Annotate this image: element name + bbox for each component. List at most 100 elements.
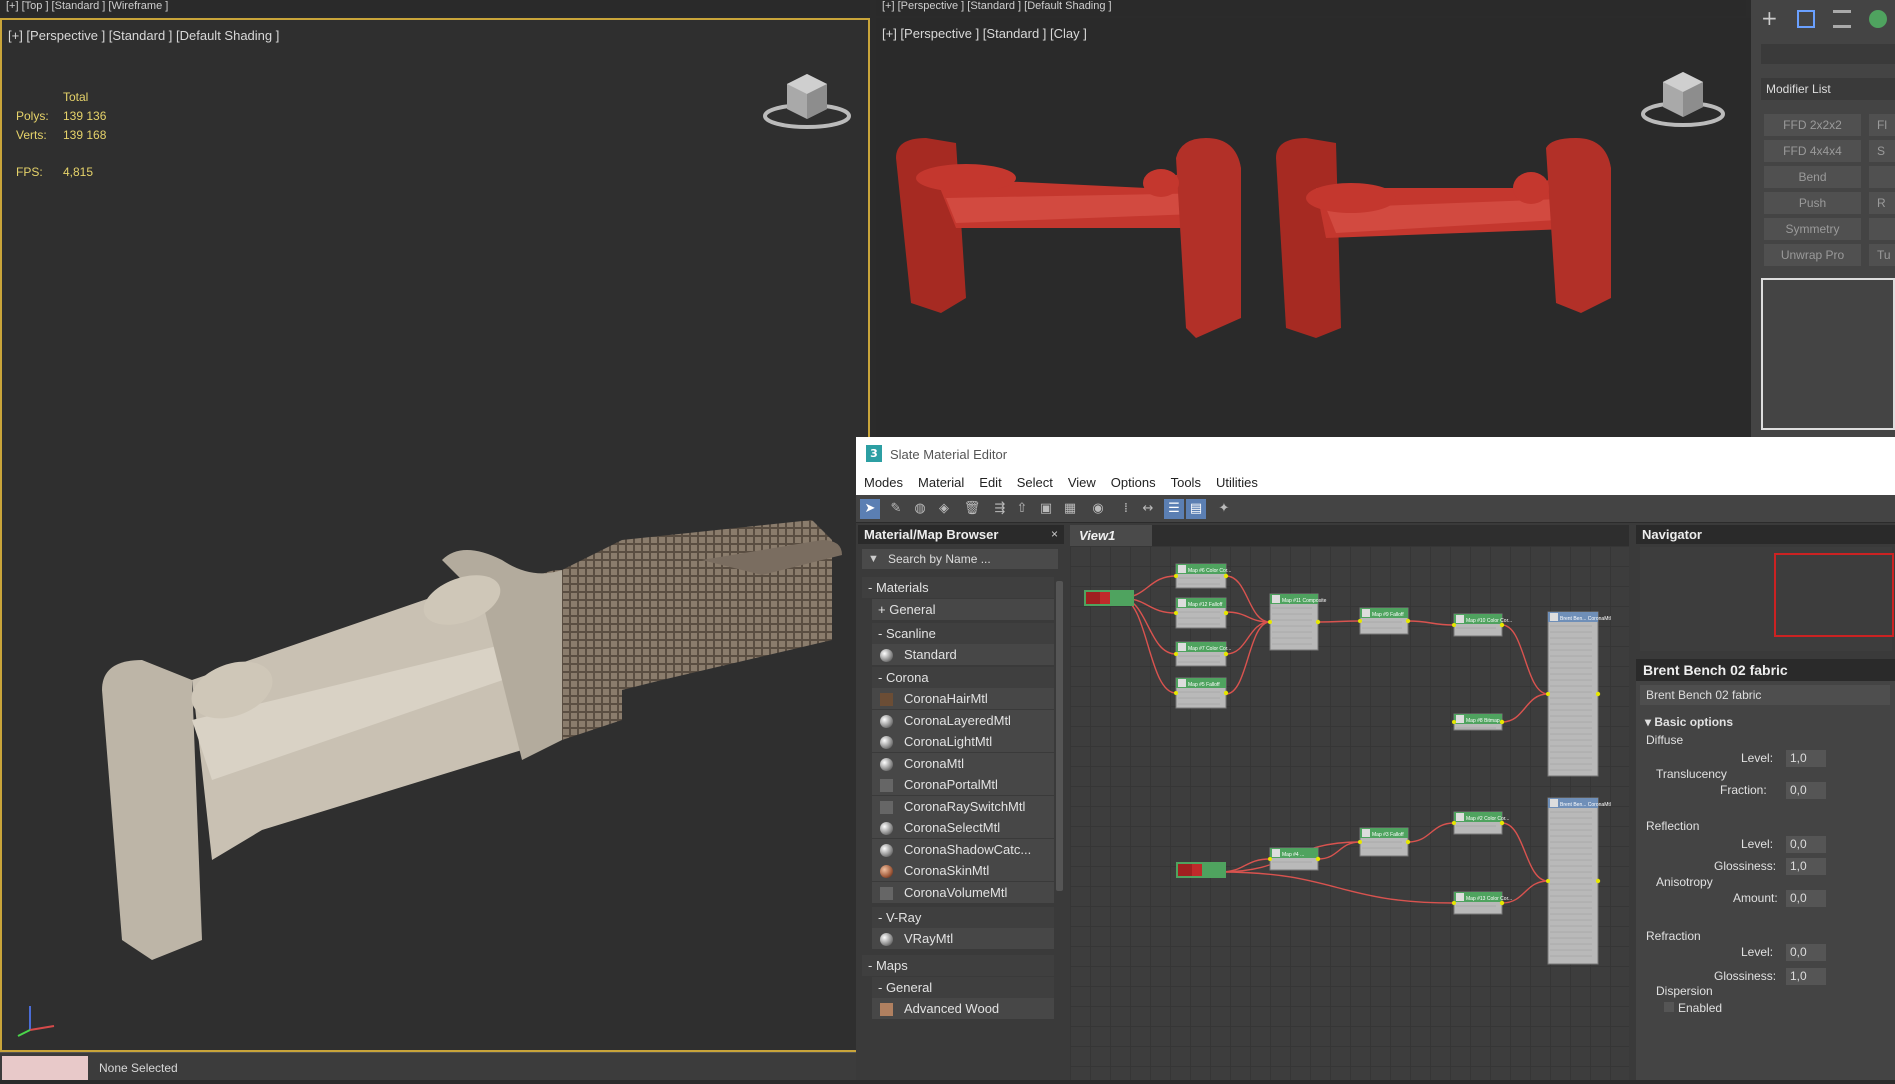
delete-icon[interactable]: 🗑	[962, 499, 982, 519]
navigator-frame[interactable]	[1774, 553, 1894, 637]
show-background-icon[interactable]: ▦	[1060, 499, 1080, 519]
list-item[interactable]: CoronaPortalMtl	[872, 774, 1054, 795]
bitmap-source-node[interactable]	[1084, 590, 1134, 606]
maps-group[interactable]: - Maps	[862, 955, 1054, 976]
close-icon[interactable]: ×	[1051, 525, 1058, 544]
move-children-icon[interactable]: ⇶	[990, 499, 1010, 519]
node-wire[interactable]	[1501, 693, 1549, 723]
list-item[interactable]: Standard	[872, 644, 1054, 665]
scanline-group[interactable]: - Scanline	[872, 623, 1054, 644]
menu-modes[interactable]: Modes	[864, 471, 903, 495]
map-node[interactable]: Map #5 Falloff	[1174, 677, 1229, 709]
modifier-button-r1[interactable]: Fl	[1869, 114, 1895, 136]
viewport-right-label[interactable]: [+] [Perspective ] [Standard ] [Clay ]	[882, 26, 1087, 41]
map-node[interactable]: Map #6 Color Cor...	[1174, 563, 1231, 589]
viewcube-icon[interactable]	[1638, 62, 1728, 132]
browser-scrollbar[interactable]	[1056, 581, 1063, 891]
layout-vertical-icon[interactable]: ⁞	[1116, 499, 1136, 519]
triangle-down-icon[interactable]: ▼	[868, 549, 879, 569]
modify-tab-icon[interactable]	[1797, 10, 1815, 28]
viewport-left[interactable]: [+] [Perspective ] [Standard ] [Default …	[0, 18, 870, 1052]
vray-group[interactable]: - V-Ray	[872, 907, 1054, 928]
corona-group[interactable]: - Corona	[872, 667, 1054, 688]
create-tab-icon[interactable]: +	[1761, 8, 1781, 28]
node-graph-canvas[interactable]: Map #6 Color Cor... Map #12 Falloff Map #7…	[1070, 546, 1629, 1080]
reflection-glossiness-spinner[interactable]: 1,0	[1786, 858, 1826, 875]
modifier-button-r4[interactable]: R	[1869, 192, 1895, 214]
viewport-left-label[interactable]: [+] [Perspective ] [Standard ] [Default …	[8, 28, 279, 43]
node-wire[interactable]	[1501, 822, 1549, 882]
dispersion-enabled-checkbox[interactable]: Enabled	[1664, 1001, 1722, 1015]
list-item[interactable]: CoronaLayeredMtl	[872, 709, 1054, 731]
node-view[interactable]: View1 Map #6 Color Cor... Map #12 Falloff…	[1070, 525, 1629, 1080]
list-item[interactable]: CoronaSelectMtl	[872, 817, 1054, 838]
list-item[interactable]: VRayMtl	[872, 928, 1054, 949]
status-color-swatch[interactable]	[2, 1056, 88, 1080]
bitmap-source-node[interactable]	[1176, 862, 1226, 878]
map-node[interactable]: Map #7 Color Cor...	[1174, 641, 1231, 667]
node-graph[interactable]: Map #6 Color Cor... Map #12 Falloff Map #7…	[1070, 546, 1629, 1080]
refraction-glossiness-spinner[interactable]: 1,0	[1786, 968, 1826, 985]
node-wire[interactable]	[1219, 871, 1455, 904]
node-wire[interactable]	[1501, 624, 1549, 695]
node-wire[interactable]	[1317, 620, 1361, 623]
top-viewport-label-left[interactable]: [+] [Top ] [Standard ] [Wireframe ]	[0, 0, 870, 16]
node-wire[interactable]	[1225, 621, 1271, 655]
list-item[interactable]: CoronaVolumeMtl	[872, 881, 1054, 903]
modifier-symmetry-button[interactable]: Symmetry	[1764, 218, 1861, 240]
map-node[interactable]: Map #10 Color Cor...	[1452, 613, 1512, 637]
top-viewport-label-right[interactable]: [+] [Perspective ] [Standard ] [Default …	[876, 0, 1746, 16]
material-map-browser-toggle-icon[interactable]: ☰	[1164, 499, 1184, 519]
select-tool-icon[interactable]: ➤	[860, 499, 880, 519]
object-name-field[interactable]	[1761, 44, 1895, 64]
map-node[interactable]: Map #8 Bitmap	[1452, 713, 1505, 731]
tab-view1[interactable]: View1	[1070, 525, 1152, 546]
modifier-button-r2[interactable]: S	[1869, 140, 1895, 162]
modifier-list-dropdown[interactable]: Modifier List	[1761, 78, 1895, 100]
map-node[interactable]: Map #13 Color Cor...	[1452, 891, 1512, 915]
modifier-push-button[interactable]: Push	[1764, 192, 1861, 214]
anisotropy-amount-spinner[interactable]: 0,0	[1786, 890, 1826, 907]
general-group[interactable]: + General	[872, 599, 1054, 620]
menu-material[interactable]: Material	[918, 471, 964, 495]
list-item[interactable]: CoronaHairMtl	[872, 688, 1054, 709]
parameter-editor-toggle-icon[interactable]: ▤	[1186, 499, 1206, 519]
node-wire[interactable]	[1317, 841, 1361, 860]
modifier-bend-button[interactable]: Bend	[1764, 166, 1861, 188]
menu-select[interactable]: Select	[1017, 471, 1053, 495]
maps-general-group[interactable]: - General	[872, 977, 1054, 998]
list-item[interactable]: CoronaMtl	[872, 752, 1054, 774]
browser-search-input[interactable]: ▼ Search by Name ...	[862, 549, 1058, 569]
navigator-viewport[interactable]	[1640, 547, 1894, 651]
list-item[interactable]: CoronaShadowCatc...	[872, 838, 1054, 860]
modifier-button-r3[interactable]	[1869, 166, 1895, 188]
modifier-ffd2x2x2-button[interactable]: FFD 2x2x2	[1764, 114, 1861, 136]
modifier-unwrap-pro-button[interactable]: Unwrap Pro	[1764, 244, 1861, 266]
map-node[interactable]: Map #9 Falloff	[1358, 607, 1411, 635]
modifier-button-r6[interactable]: Tu	[1869, 244, 1895, 266]
menu-options[interactable]: Options	[1111, 471, 1156, 495]
hierarchy-tab-icon[interactable]	[1833, 10, 1851, 28]
map-node[interactable]: Map #3 Falloff	[1358, 827, 1411, 857]
node-wire[interactable]	[1407, 620, 1455, 626]
modifier-stack[interactable]	[1761, 278, 1895, 430]
put-material-icon[interactable]: ◍	[910, 499, 930, 519]
refraction-level-spinner[interactable]: 0,0	[1786, 944, 1826, 961]
node-wire[interactable]	[1225, 575, 1271, 623]
menu-tools[interactable]: Tools	[1171, 471, 1201, 495]
list-item[interactable]: Advanced Wood	[872, 998, 1054, 1019]
sme-title-bar[interactable]: 3 Slate Material Editor	[856, 437, 1895, 471]
list-item[interactable]: CoronaLightMtl	[872, 731, 1054, 752]
materials-group[interactable]: - Materials	[862, 577, 1054, 598]
list-item[interactable]: CoronaSkinMtl	[872, 860, 1054, 881]
menu-view[interactable]: View	[1068, 471, 1096, 495]
node-wire[interactable]	[1407, 822, 1455, 843]
menu-utilities[interactable]: Utilities	[1216, 471, 1258, 495]
modifier-ffd4x4x4-button[interactable]: FFD 4x4x4	[1764, 140, 1861, 162]
node-wire[interactable]	[1225, 621, 1271, 695]
pick-material-icon[interactable]: ✎	[886, 499, 906, 519]
magic-tool-icon[interactable]: ✦	[1214, 499, 1234, 519]
map-node[interactable]: Map #4 ...	[1268, 847, 1321, 871]
viewport-right[interactable]: [+] [Perspective ] [Standard ] [Clay ]	[876, 18, 1751, 437]
material-name-field[interactable]: Brent Bench 02 fabric	[1640, 685, 1890, 705]
